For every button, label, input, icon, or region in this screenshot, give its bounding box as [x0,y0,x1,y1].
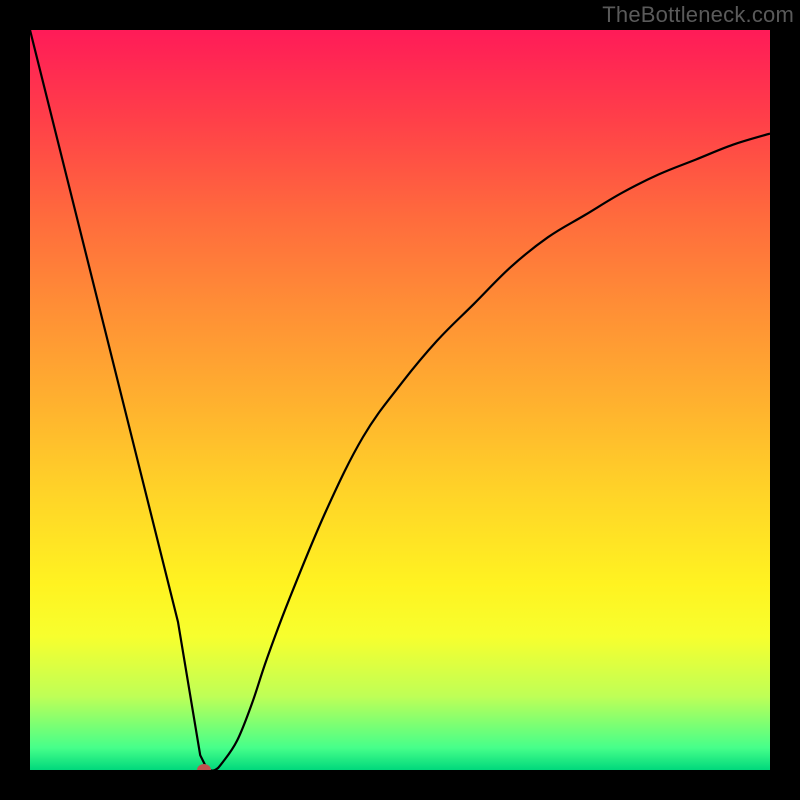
optimal-point-marker [197,764,211,770]
watermark-text: TheBottleneck.com [602,2,794,28]
bottleneck-curve [30,30,770,770]
curve-path [30,30,770,770]
chart-frame: TheBottleneck.com [0,0,800,800]
plot-area [30,30,770,770]
